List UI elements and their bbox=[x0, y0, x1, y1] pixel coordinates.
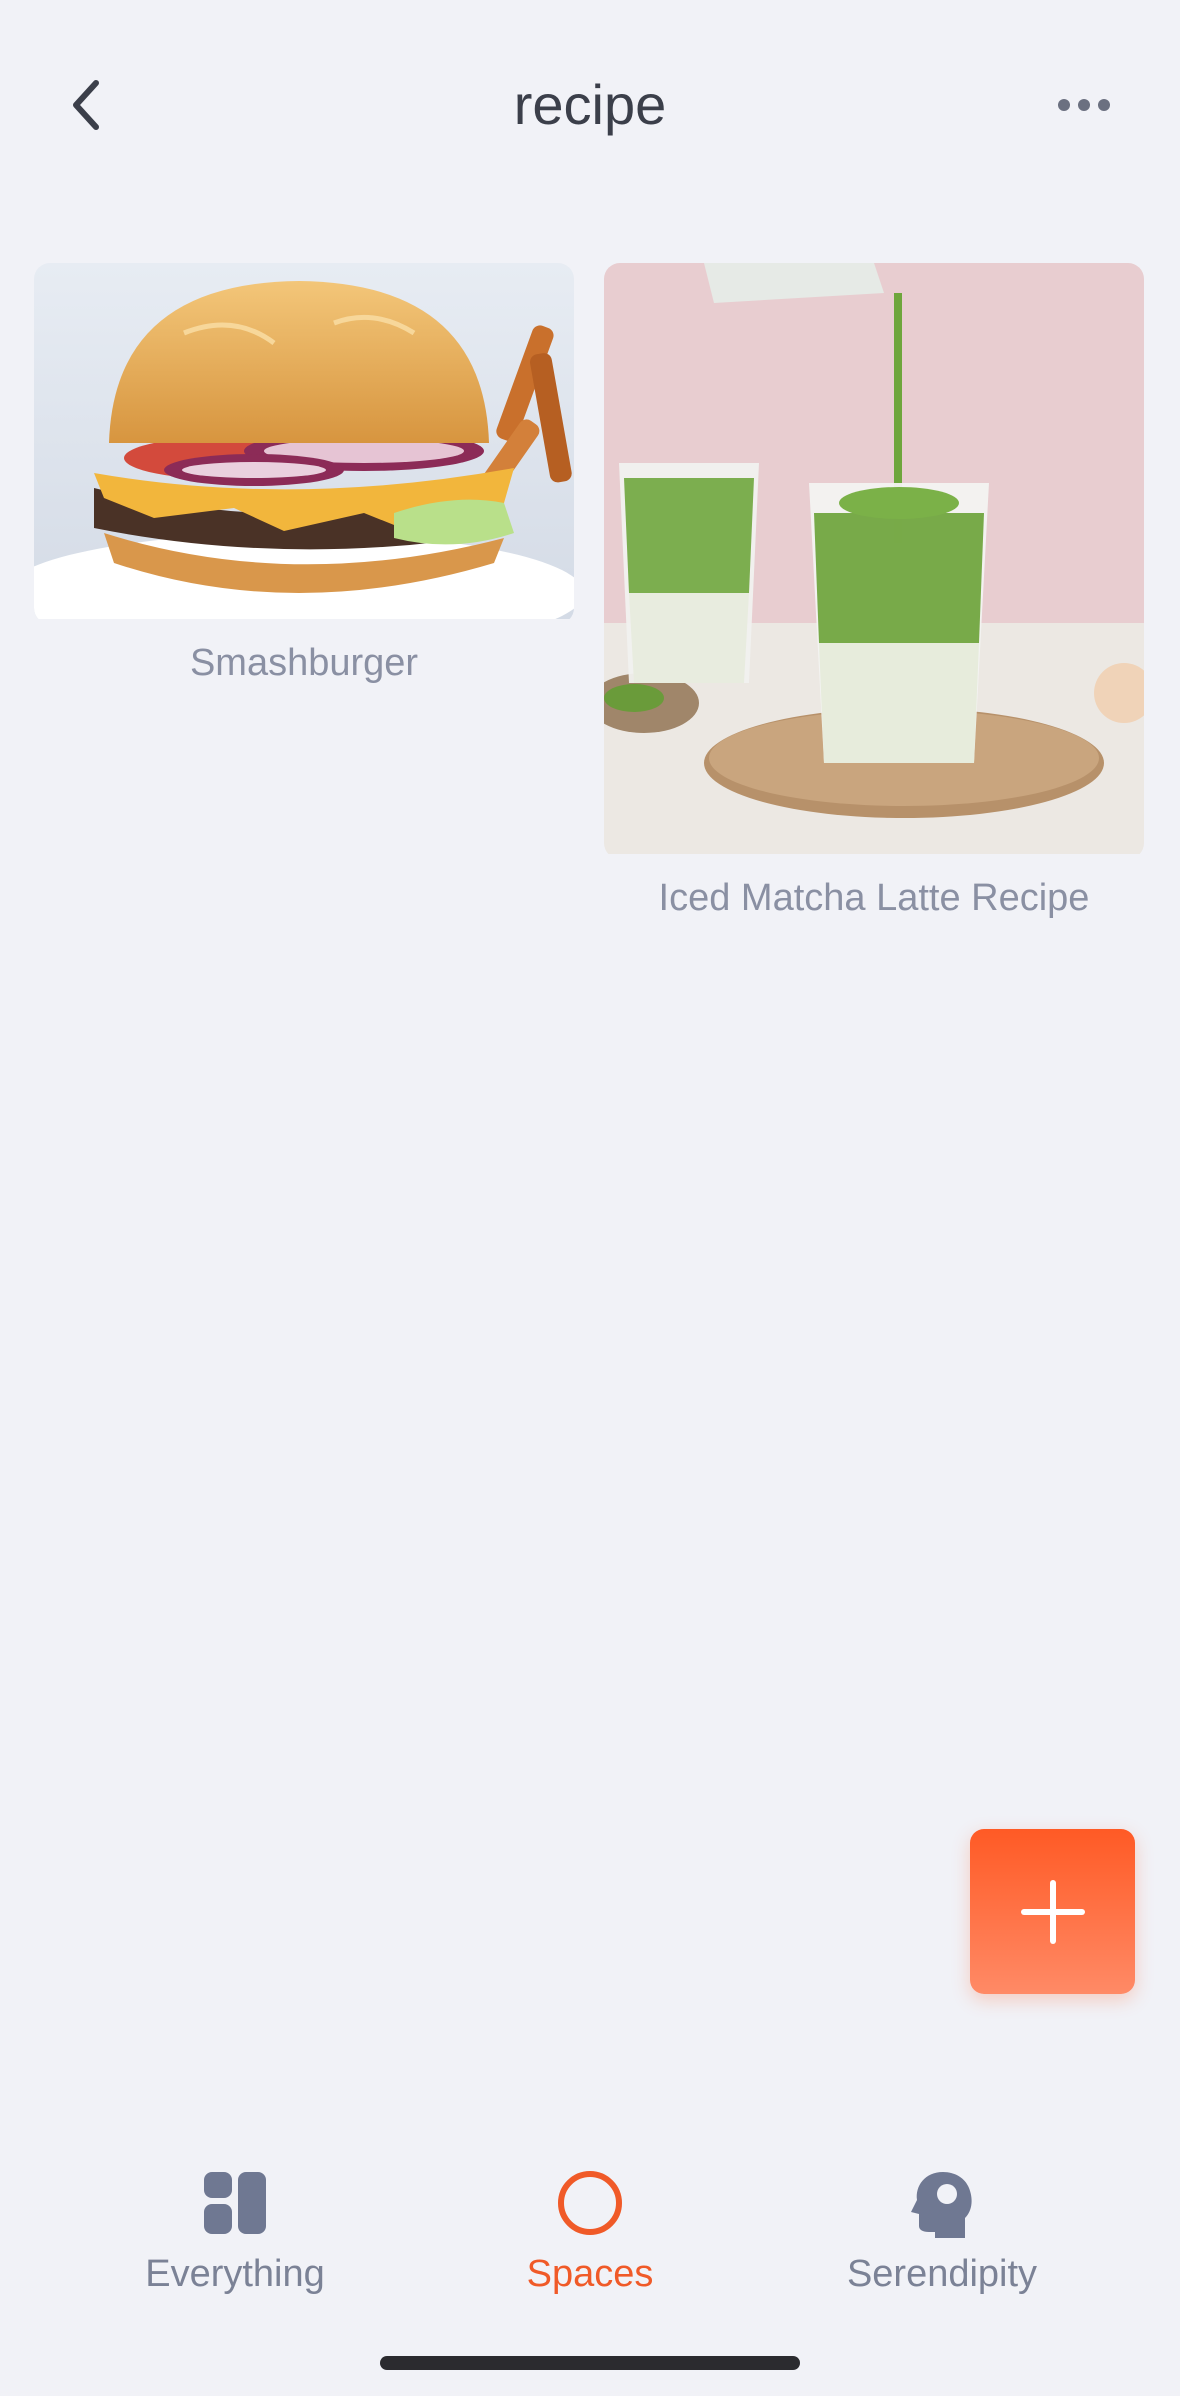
page-title: recipe bbox=[513, 73, 667, 136]
chevron-left-icon bbox=[73, 80, 99, 130]
nav-label-serendipity: Serendipity bbox=[846, 2253, 1038, 2295]
recipe-card[interactable]: Iced Matcha Latte Recipe bbox=[604, 263, 1144, 920]
circle-icon bbox=[558, 2171, 622, 2235]
recipe-thumbnail bbox=[34, 263, 574, 624]
recipe-title: Smashburger bbox=[189, 642, 419, 684]
nav-item-serendipity[interactable]: Serendipity bbox=[792, 2168, 1092, 2296]
more-options-button[interactable] bbox=[1044, 80, 1124, 130]
nav-item-spaces[interactable]: Spaces bbox=[440, 2168, 740, 2296]
recipe-title: Iced Matcha Latte Recipe bbox=[658, 877, 1090, 919]
header: recipe bbox=[0, 0, 1180, 210]
nav-label-everything: Everything bbox=[145, 2253, 325, 2295]
home-indicator bbox=[380, 2356, 800, 2370]
add-button[interactable] bbox=[970, 1829, 1135, 1994]
plus-icon bbox=[1020, 1879, 1085, 1944]
recipe-thumbnail bbox=[604, 263, 1144, 859]
more-icon bbox=[1058, 99, 1110, 111]
bottom-navigation: Everything Spaces Serendipity bbox=[0, 2080, 1180, 2396]
nav-label-spaces: Spaces bbox=[526, 2253, 654, 2295]
back-button[interactable] bbox=[56, 70, 116, 140]
grid-icon bbox=[204, 2172, 266, 2234]
nav-item-everything[interactable]: Everything bbox=[85, 2168, 385, 2296]
head-icon bbox=[911, 2172, 972, 2238]
recipe-card[interactable]: Smashburger bbox=[34, 263, 574, 685]
